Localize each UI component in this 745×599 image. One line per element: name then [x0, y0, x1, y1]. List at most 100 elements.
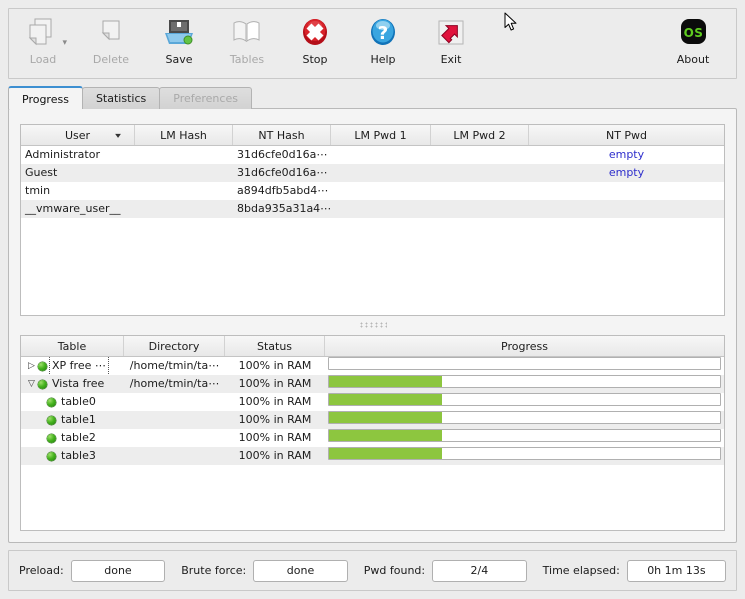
- status-dot-icon: [47, 451, 56, 461]
- cell-status: 100% in RAM: [238, 413, 312, 426]
- table-row[interactable]: __vmware_user__ 8bda935a31a4⋯: [21, 200, 724, 218]
- toolbar-button-about[interactable]: OS About: [658, 10, 728, 76]
- toolbar-button-load[interactable]: ▾ Load: [9, 10, 77, 76]
- status-dot-icon: [47, 433, 56, 443]
- toolbar-button-save[interactable]: Save: [145, 10, 213, 76]
- table-row[interactable]: Administrator 31d6cfe0d16a⋯ empty: [21, 146, 724, 164]
- expander-expanded-icon[interactable]: ▽: [25, 375, 38, 393]
- cell-nt-hash: 31d6cfe0d16a⋯: [237, 148, 328, 161]
- progress-panel: User ▾ LM Hash NT Hash LM Pwd 1 LM Pwd 2…: [8, 108, 737, 543]
- tables-col-directory[interactable]: Directory: [124, 336, 225, 356]
- tab-statistics-label: Statistics: [95, 92, 147, 105]
- delete-icon: [77, 10, 145, 54]
- cell-nt-pwd: [529, 182, 724, 200]
- progress-bar-fill: [329, 448, 443, 459]
- table-name-label: Vista free: [52, 377, 105, 390]
- cell-nt-pwd: empty: [608, 166, 645, 179]
- table-name-label: XP free ⋯: [49, 357, 109, 375]
- panel-splitter[interactable]: [20, 319, 725, 330]
- cell-progress: [325, 375, 724, 393]
- users-col-nt-pwd[interactable]: NT Pwd: [529, 125, 724, 145]
- tables-icon: [213, 10, 281, 54]
- status-dot-icon: [38, 379, 47, 389]
- tab-progress-label: Progress: [22, 92, 69, 106]
- cell-lm-pwd-2: [431, 164, 529, 182]
- table-row[interactable]: ▽ Vista free /home/tmin/ta⋯ 100% in RAM: [21, 375, 724, 393]
- toolbar-button-exit[interactable]: Exit: [417, 10, 485, 76]
- cell-user: tmin: [25, 184, 51, 197]
- cell-lm-pwd-1: [331, 182, 431, 200]
- cell-table-name: table0: [21, 393, 124, 411]
- tab-statistics[interactable]: Statistics: [81, 87, 161, 109]
- about-os-icon: OS: [658, 10, 728, 54]
- table-row[interactable]: table3 100% in RAM: [21, 447, 724, 465]
- cell-nt-pwd: [529, 200, 724, 218]
- cell-nt-pwd: empty: [608, 148, 645, 161]
- cell-user: __vmware_user__: [25, 202, 121, 215]
- save-icon: [145, 10, 213, 54]
- cell-user: Administrator: [25, 148, 100, 161]
- toolbar-button-delete[interactable]: Delete: [77, 10, 145, 76]
- cell-lm-hash: [135, 164, 233, 182]
- cell-status: 100% in RAM: [238, 377, 312, 390]
- chevron-down-icon[interactable]: ▾: [62, 39, 67, 48]
- tab-bar: Progress Statistics Preferences: [8, 86, 737, 109]
- cell-table-name: table1: [21, 411, 124, 429]
- main-toolbar: ▾ Load Delete Save Tables Stop ? Help Ex…: [8, 8, 737, 79]
- tables-table-header: Table Directory Status Progress: [21, 336, 724, 357]
- tab-progress[interactable]: Progress: [8, 86, 83, 109]
- cell-progress: [325, 357, 724, 375]
- cell-directory: [124, 411, 225, 429]
- cell-table-name: table2: [21, 429, 124, 447]
- cell-status: 100% in RAM: [238, 431, 312, 444]
- toolbar-label-exit: Exit: [440, 53, 462, 66]
- pwd-found-value: 2/4: [432, 559, 527, 582]
- users-col-lm-hash-label: LM Hash: [160, 128, 207, 142]
- expander-collapsed-icon[interactable]: ▷: [25, 357, 38, 375]
- cell-lm-hash: [135, 182, 233, 200]
- progress-bar-fill: [329, 376, 443, 387]
- tables-col-status[interactable]: Status: [225, 336, 325, 356]
- users-col-lm-pwd-2[interactable]: LM Pwd 2: [431, 125, 529, 145]
- users-col-nt-hash[interactable]: NT Hash: [233, 125, 331, 145]
- tab-preferences[interactable]: Preferences: [159, 87, 252, 109]
- cell-directory: [124, 429, 225, 447]
- chevron-down-icon: ▾: [115, 130, 121, 140]
- users-col-lm-pwd-1-label: LM Pwd 1: [354, 128, 407, 142]
- table-row[interactable]: ▷ XP free ⋯ /home/tmin/ta⋯ 100% in RAM: [21, 357, 724, 375]
- toolbar-button-tables[interactable]: Tables: [213, 10, 281, 76]
- toolbar-label-delete: Delete: [92, 53, 130, 66]
- progress-bar-fill: [329, 394, 443, 405]
- cell-lm-hash: [135, 146, 233, 164]
- tables-col-progress[interactable]: Progress: [325, 336, 724, 356]
- cell-lm-pwd-2: [431, 200, 529, 218]
- progress-bar: [328, 429, 721, 442]
- table-name-label: table0: [61, 395, 96, 408]
- toolbar-button-help[interactable]: ? Help: [349, 10, 417, 76]
- progress-bar: [328, 393, 721, 406]
- table-row[interactable]: tmin a894dfb5abd4⋯: [21, 182, 724, 200]
- tables-col-table[interactable]: Table: [21, 336, 124, 356]
- cell-table-name: table3: [21, 447, 124, 465]
- table-row[interactable]: table1 100% in RAM: [21, 411, 724, 429]
- cell-progress: [325, 411, 724, 429]
- cell-lm-pwd-1: [331, 200, 431, 218]
- brute-force-value: done: [253, 559, 348, 582]
- users-table-header: User ▾ LM Hash NT Hash LM Pwd 1 LM Pwd 2…: [21, 125, 724, 146]
- tables-col-table-label: Table: [57, 339, 87, 353]
- table-row[interactable]: Guest 31d6cfe0d16a⋯ empty: [21, 164, 724, 182]
- table-name-label: table2: [61, 431, 96, 444]
- preload-value: done: [70, 559, 166, 582]
- tables-col-status-label: Status: [256, 339, 293, 353]
- toolbar-button-stop[interactable]: Stop: [281, 10, 349, 76]
- tables-table-body: ▷ XP free ⋯ /home/tmin/ta⋯ 100% in RAM ▽…: [21, 357, 724, 465]
- progress-bar: [328, 357, 721, 370]
- cell-status: 100% in RAM: [238, 395, 312, 408]
- table-row[interactable]: table0 100% in RAM: [21, 393, 724, 411]
- cell-table-name: ▷ XP free ⋯: [21, 357, 124, 375]
- table-name-label: table1: [61, 413, 96, 426]
- users-col-lm-hash[interactable]: LM Hash: [135, 125, 233, 145]
- users-col-lm-pwd-1[interactable]: LM Pwd 1: [331, 125, 431, 145]
- users-col-user[interactable]: User ▾: [21, 125, 135, 145]
- table-row[interactable]: table2 100% in RAM: [21, 429, 724, 447]
